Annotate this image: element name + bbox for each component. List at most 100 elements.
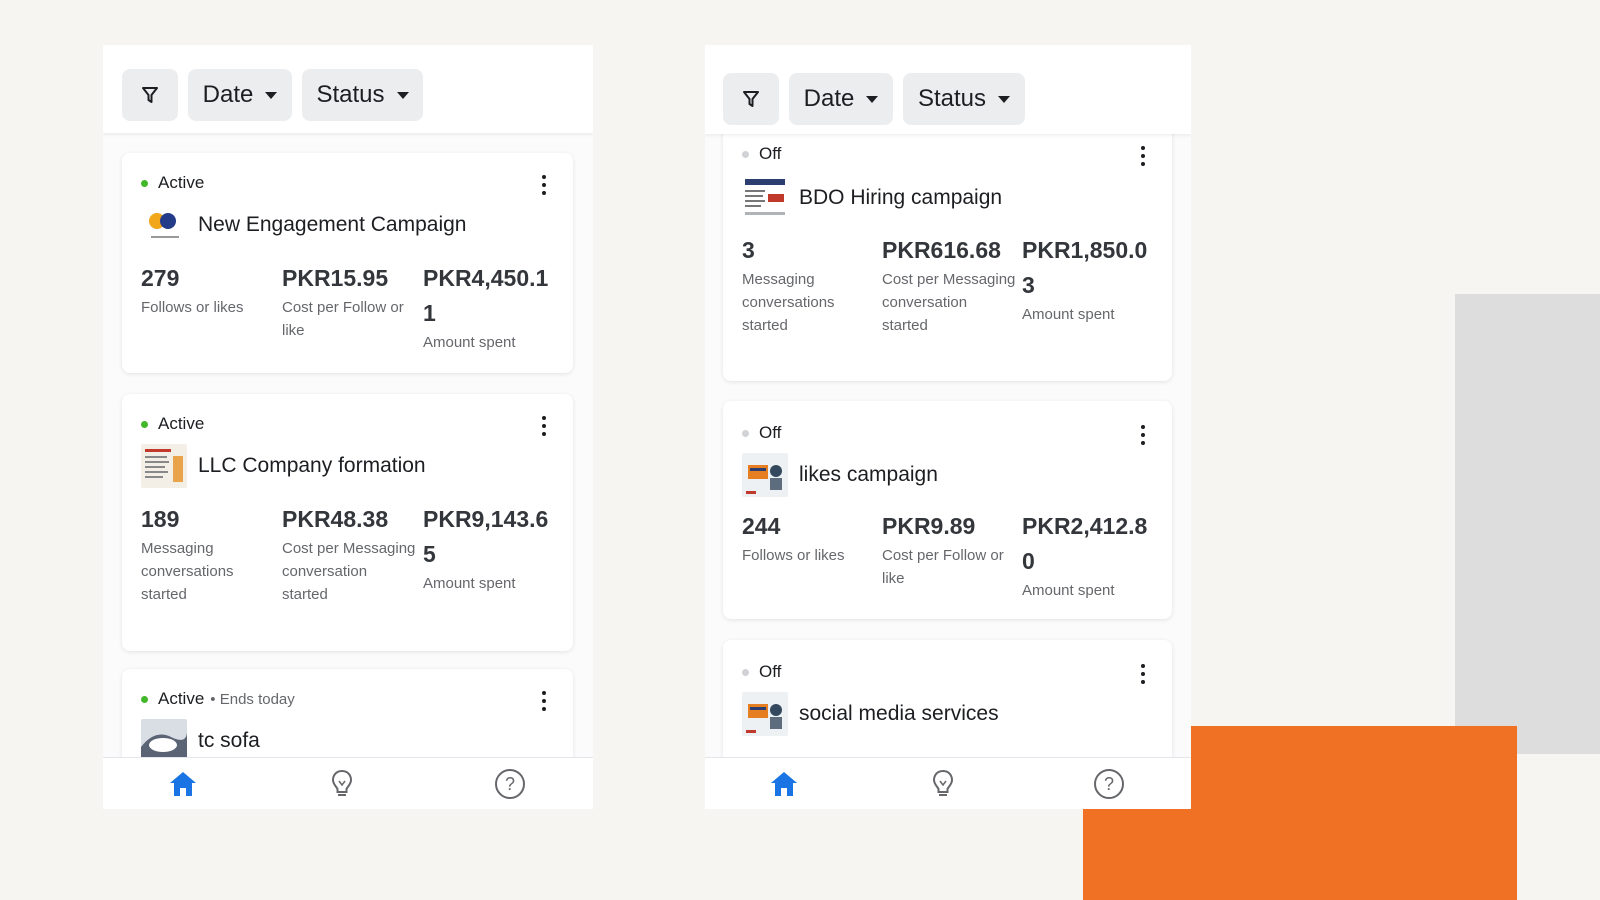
filter-button[interactable] [122, 69, 178, 121]
metric-cost: PKR15.95 Cost per Follow or like [282, 261, 417, 342]
spent-label: Amount spent [1022, 582, 1115, 599]
campaign-status: Active [141, 414, 204, 434]
more-vertical-icon[interactable] [1140, 146, 1146, 166]
more-vertical-icon[interactable] [1140, 664, 1146, 684]
campaign-card[interactable]: Active LLC Company formation 189 Messagi… [122, 394, 573, 651]
campaign-name[interactable]: likes campaign [799, 463, 938, 487]
campaign-status: Active [141, 173, 204, 193]
more-vertical-icon[interactable] [1140, 425, 1146, 445]
spent-value: PKR1,850.03 [1022, 237, 1148, 298]
spent-label: Amount spent [1022, 306, 1115, 323]
results-value: 279 [141, 265, 180, 291]
status-dot-icon [742, 150, 749, 158]
results-value: 189 [141, 506, 180, 532]
status-text: Active [158, 414, 205, 433]
phone-screen-right: Date Status Off BDO Hiring campaign 3 Me… [705, 45, 1191, 809]
status-dropdown[interactable]: Status [903, 73, 1025, 125]
cost-label: Cost per Follow or like [282, 299, 404, 339]
campaign-card[interactable]: Off likes campaign 244 Follows or likes … [723, 401, 1172, 619]
metric-results: 189 Messaging conversations started [141, 502, 276, 606]
metric-results: 279 Follows or likes [141, 261, 276, 319]
campaign-name[interactable]: LLC Company formation [198, 454, 426, 478]
status-dot-icon [141, 179, 148, 187]
lightbulb-icon[interactable] [326, 768, 358, 800]
cost-label: Cost per Messaging conversation started [882, 271, 1016, 334]
metric-results: 244 Follows or likes [742, 509, 877, 567]
campaign-thumbnail [742, 453, 788, 497]
cost-value: PKR48.38 [282, 506, 389, 532]
metric-cost: PKR48.38 Cost per Messaging conversation… [282, 502, 417, 606]
metric-cost: PKR9.89 Cost per Follow or like [882, 509, 1017, 590]
campaign-thumbnail [742, 692, 788, 736]
bottom-navigation: ? [103, 757, 593, 809]
date-dropdown-label: Date [803, 85, 855, 112]
metric-cost: PKR616.68 Cost per Messaging conversatio… [882, 233, 1017, 337]
more-vertical-icon[interactable] [541, 691, 547, 711]
bottom-navigation: ? [705, 757, 1191, 809]
campaign-card[interactable]: Active New Engagement Campaign 279 Follo… [122, 153, 573, 373]
more-vertical-icon[interactable] [541, 416, 547, 436]
status-text: Active [158, 689, 205, 708]
metric-spent: PKR1,850.03 Amount spent [1022, 233, 1157, 326]
status-text: Off [759, 662, 782, 681]
date-dropdown[interactable]: Date [188, 69, 292, 121]
spent-value: PKR2,412.80 [1022, 513, 1148, 574]
more-vertical-icon[interactable] [541, 175, 547, 195]
decorative-gray-block [1455, 294, 1600, 754]
ends-today-text: • Ends today [210, 690, 295, 708]
results-value: 244 [742, 513, 781, 539]
campaign-status: Off [742, 423, 781, 443]
cost-label: Cost per Messaging conversation started [282, 540, 416, 603]
campaign-name[interactable]: BDO Hiring campaign [799, 186, 1002, 210]
cost-value: PKR616.68 [882, 237, 1001, 263]
cost-value: PKR15.95 [282, 265, 389, 291]
campaign-thumbnail [141, 444, 187, 488]
home-icon[interactable] [768, 768, 800, 800]
filter-icon [743, 91, 759, 107]
caret-down-icon [265, 91, 278, 99]
campaign-name[interactable]: tc sofa [198, 729, 260, 753]
status-dropdown[interactable]: Status [302, 69, 423, 121]
caret-down-icon [396, 91, 409, 99]
results-label: Follows or likes [742, 547, 845, 564]
spent-value: PKR4,450.11 [423, 265, 549, 326]
status-text: Off [759, 423, 782, 442]
phone-screen-left: Date Status Active New Engagement Campai… [103, 45, 593, 809]
home-icon[interactable] [167, 768, 199, 800]
status-text: Off [759, 144, 782, 163]
status-dot-icon [141, 420, 148, 428]
status-dropdown-label: Status [316, 81, 385, 108]
caret-down-icon [998, 95, 1011, 103]
cost-label: Cost per Follow or like [882, 547, 1004, 587]
metric-spent: PKR2,412.80 Amount spent [1022, 509, 1157, 602]
results-label: Follows or likes [141, 299, 244, 316]
campaign-name[interactable]: New Engagement Campaign [198, 213, 467, 237]
metric-spent: PKR4,450.11 Amount spent [423, 261, 558, 354]
filter-icon [142, 87, 158, 103]
metric-spent: PKR9,143.65 Amount spent [423, 502, 558, 595]
status-dropdown-label: Status [917, 85, 987, 112]
lightbulb-icon[interactable] [927, 768, 959, 800]
date-dropdown-label: Date [202, 81, 254, 108]
filter-bar: Date Status [103, 45, 593, 133]
results-label: Messaging conversations started [141, 540, 234, 603]
spent-label: Amount spent [423, 334, 516, 351]
campaign-card[interactable]: Off BDO Hiring campaign 3 Messaging conv… [723, 121, 1172, 381]
help-icon[interactable]: ? [494, 768, 526, 800]
results-value: 3 [742, 237, 755, 263]
spent-value: PKR9,143.65 [423, 506, 549, 567]
metric-results: 3 Messaging conversations started [742, 233, 877, 337]
caret-down-icon [866, 95, 879, 103]
spent-label: Amount spent [423, 575, 516, 592]
cost-value: PKR9.89 [882, 513, 976, 539]
campaign-thumbnail [141, 203, 187, 247]
campaign-name[interactable]: social media services [799, 702, 999, 726]
status-dot-icon [742, 429, 749, 437]
filter-bar: Date Status [705, 45, 1191, 134]
date-dropdown[interactable]: Date [789, 73, 893, 125]
status-dot-icon [141, 695, 148, 703]
campaign-status: Active • Ends today [141, 689, 295, 709]
help-icon[interactable]: ? [1093, 768, 1125, 800]
filter-button[interactable] [723, 73, 779, 125]
status-dot-icon [742, 668, 749, 676]
